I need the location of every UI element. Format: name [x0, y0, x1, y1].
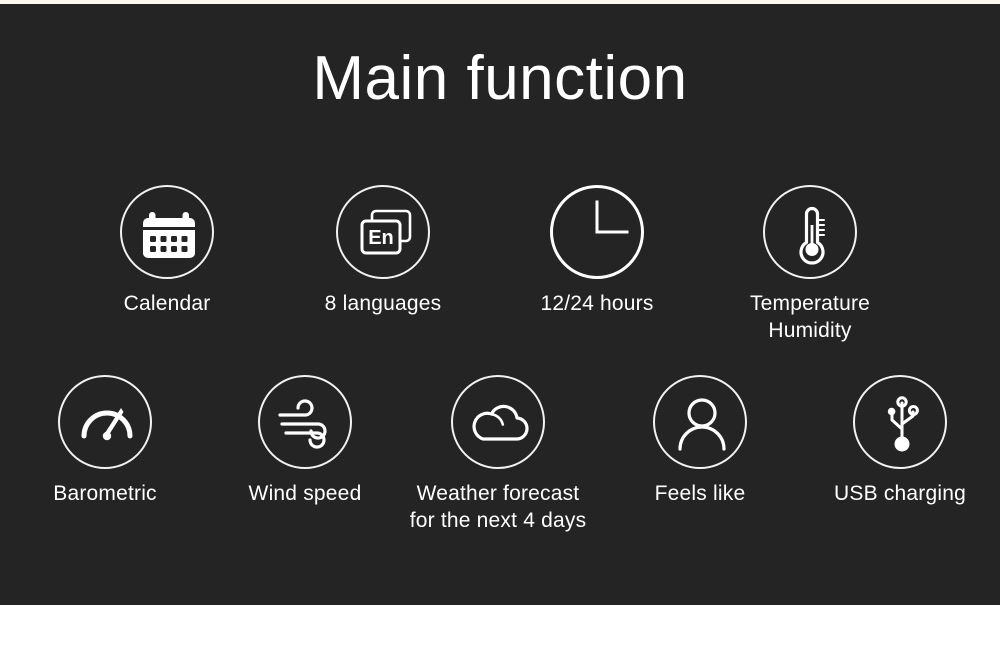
feature-label-line1: Temperature — [749, 292, 871, 315]
page-title: Main function — [312, 44, 688, 113]
feature-label: Feels like — [610, 481, 790, 508]
feature-barometric: Barometric — [15, 375, 195, 508]
languages-icon-ring: En — [336, 185, 430, 279]
usb-icon-ring — [853, 375, 947, 469]
feature-wind-speed: Wind speed — [215, 375, 395, 508]
feature-label-line2: Humidity — [768, 318, 852, 342]
feature-label: Barometric — [15, 481, 195, 508]
feature-label: USB charging — [810, 481, 990, 508]
calendar-icon-ring — [120, 185, 214, 279]
thermometer-icon — [799, 206, 825, 265]
feature-time-format: 12/24 hours — [507, 185, 687, 318]
feature-label: Weather forecast for the next 4 days — [408, 481, 588, 535]
feature-languages: En 8 languages — [293, 185, 473, 318]
feature-feels-like: Feels like — [610, 375, 790, 508]
barometer-gauge-icon-ring — [58, 375, 152, 469]
feature-label-line1: USB charging — [834, 482, 966, 505]
feature-label: Calendar — [77, 291, 257, 318]
feature-label: Temperature Humidity — [720, 291, 900, 345]
feature-label-line1: Weather forecast — [416, 482, 580, 505]
feature-label-line1: 8 languages — [324, 292, 442, 315]
feature-weather-forecast: Weather forecast for the next 4 days — [408, 375, 588, 535]
barometer-gauge-icon — [81, 408, 133, 441]
dark-panel: Main function Calendar En 8 languages 12… — [0, 4, 1000, 605]
wind-icon-ring — [258, 375, 352, 469]
cloud-icon — [472, 404, 529, 441]
feature-label: 8 languages — [293, 291, 473, 318]
wind-icon — [278, 399, 327, 449]
feature-label-line1: Calendar — [123, 292, 211, 315]
clock-icon-ring — [550, 185, 644, 279]
person-icon-ring — [653, 375, 747, 469]
feature-calendar: Calendar — [77, 185, 257, 318]
cloud-icon-ring — [451, 375, 545, 469]
calendar-icon — [143, 212, 195, 258]
feature-label-line1: 12/24 hours — [540, 292, 654, 315]
feature-label-line1: Feels like — [654, 482, 746, 505]
feature-temperature-humidity: Temperature Humidity — [720, 185, 900, 345]
languages-icon: En — [360, 209, 412, 255]
feature-label: 12/24 hours — [507, 291, 687, 318]
feature-usb-charging: USB charging — [810, 375, 990, 508]
promo-feature-panel: Main function Calendar En 8 languages 12… — [0, 0, 1000, 658]
feature-label-line1: Wind speed — [248, 482, 362, 505]
clock-icon — [550, 185, 644, 279]
feature-label-line2: for the next 4 days — [409, 508, 587, 532]
feature-label: Wind speed — [215, 481, 395, 508]
usb-icon — [887, 396, 919, 452]
languages-icon-text: En — [368, 227, 394, 249]
person-icon — [678, 398, 726, 451]
feature-label-line1: Barometric — [53, 482, 157, 505]
thermometer-icon-ring — [763, 185, 857, 279]
